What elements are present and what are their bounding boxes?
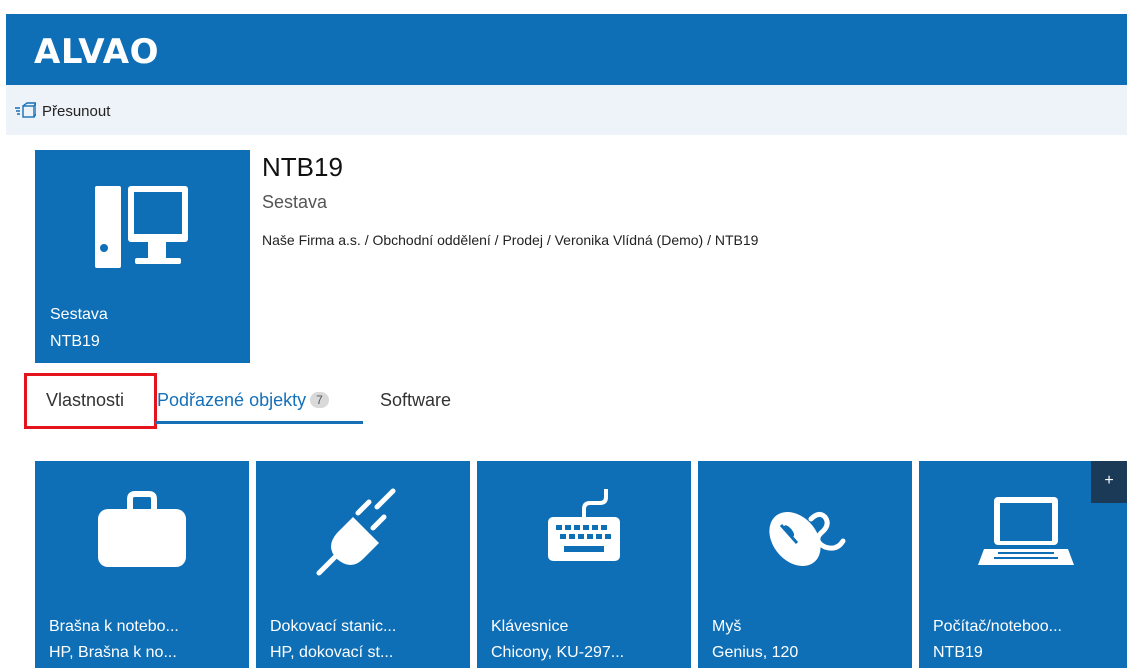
child-tile-bag[interactable]: Brašna k notebo... HP, Brašna k no... [35,461,249,668]
move-icon [15,102,36,118]
child-tile-line2: HP, Brašna k no... [49,644,177,661]
child-objects-grid: Brašna k notebo... HP, Brašna k no... Do… [35,461,1127,668]
briefcase-icon [98,491,186,567]
alvao-logo[interactable]: ALVAO [34,32,159,72]
tab-children-label: Podřazené objekty [157,390,307,410]
child-tile-dock[interactable]: Dokovací stanic... HP, dokovací st... [256,461,470,668]
child-tile-line2: NTB19 [933,644,983,661]
move-button[interactable]: Přesunout [14,101,110,121]
page-title: NTB19 [262,152,343,182]
child-tile-line2: Chicony, KU-297... [491,644,625,661]
object-tile-name: NTB19 [50,333,100,350]
child-tile-line2: Genius, 120 [712,644,799,661]
mouse-icon [769,511,846,566]
child-tile-line1: Dokovací stanic... [270,618,397,635]
child-tile-keyboard[interactable]: Klávesnice Chicony, KU-297... [477,461,691,668]
laptop-icon [978,497,1074,565]
child-tile-line1: Počítač/noteboo... [933,618,1062,635]
child-tile-line1: Myš [712,618,742,635]
active-tab-underline [155,421,363,424]
object-subtitle: Sestava [262,192,328,212]
tab-properties[interactable]: Vlastnosti [46,390,124,411]
object-tile-type: Sestava [50,306,108,323]
add-child-button[interactable]: + [1091,461,1127,503]
breadcrumb[interactable]: Naše Firma a.s. / Obchodní oddělení / Pr… [262,232,758,248]
child-tile-line1: Brašna k notebo... [49,618,179,635]
tab-software[interactable]: Software [380,390,451,411]
tab-bar: Vlastnosti Podřazené objekty 7 Software [24,373,524,433]
app-header: ALVAO [6,14,1127,85]
tab-children[interactable]: Podřazené objekty 7 [157,390,329,411]
object-tile: Sestava NTB19 [35,150,250,363]
children-count-badge: 7 [310,392,329,409]
toolbar: Přesunout [6,85,1127,135]
child-tile-line2: HP, dokovací st... [270,644,394,661]
keyboard-icon [548,489,620,561]
child-tile-line1: Klávesnice [491,618,569,635]
move-button-label: Přesunout [42,102,111,120]
docking-plug-icon [316,488,396,576]
workstation-icon [95,186,188,268]
child-tile-mouse[interactable]: Myš Genius, 120 [698,461,912,668]
